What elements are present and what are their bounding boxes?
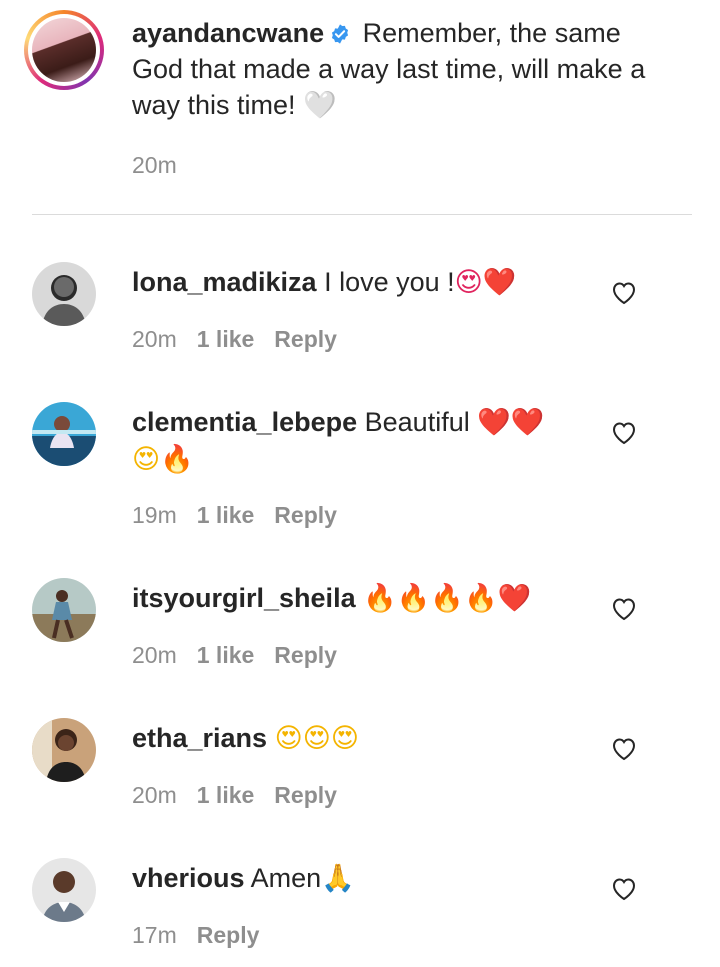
reply-button[interactable]: Reply	[274, 326, 337, 352]
story-ring-avatar[interactable]	[24, 10, 104, 90]
comment-meta: 20m 1 like Reply	[132, 642, 357, 669]
caption-text: ayandancwane Remember, the same God that…	[132, 15, 652, 124]
like-heart-icon[interactable]	[611, 281, 637, 305]
comment-text: lona_madikiza I love you !😍❤️	[132, 264, 572, 301]
comment-text: etha_rians 😍😍😍	[132, 720, 572, 757]
caption-username[interactable]: ayandancwane	[132, 18, 324, 48]
comment-username[interactable]: lona_madikiza	[132, 267, 317, 297]
comment-username[interactable]: etha_rians	[132, 723, 267, 753]
comment-username[interactable]: itsyourgirl_sheila	[132, 583, 356, 613]
like-heart-icon[interactable]	[611, 597, 637, 621]
comment-text: vherious Amen🙏	[132, 860, 572, 897]
reply-button[interactable]: Reply	[274, 502, 337, 528]
comment-meta: 20m 1 like Reply	[132, 326, 357, 353]
comment-meta: 19m 1 like Reply	[132, 502, 357, 529]
like-heart-icon[interactable]	[611, 737, 637, 761]
reply-button[interactable]: Reply	[274, 782, 337, 808]
comment-body: I love you !	[324, 267, 455, 297]
caption-meta: 20m	[132, 152, 197, 179]
reply-button[interactable]: Reply	[274, 642, 337, 668]
comment-username[interactable]: clementia_lebepe	[132, 407, 357, 437]
comment-text: itsyourgirl_sheila 🔥🔥🔥🔥❤️	[132, 580, 572, 617]
caption-timestamp: 20m	[132, 152, 177, 178]
avatar[interactable]	[32, 858, 96, 922]
like-count[interactable]: 1 like	[197, 326, 255, 352]
post-caption: ayandancwane Remember, the same God that…	[0, 0, 720, 215]
comment-emojis: 😍😍😍	[274, 723, 360, 754]
avatar[interactable]	[32, 262, 96, 326]
comment-emojis: 🔥🔥🔥🔥❤️	[363, 583, 532, 614]
comment-username[interactable]: vherious	[132, 863, 245, 893]
avatar	[32, 18, 96, 82]
comment-body: Beautiful	[364, 407, 470, 437]
comment-timestamp: 20m	[132, 326, 177, 352]
comment-timestamp: 20m	[132, 642, 177, 668]
verified-badge-icon	[332, 24, 349, 44]
comment-emojis-line2: 😍🔥	[132, 444, 194, 475]
comment-text: clementia_lebepe Beautiful ❤️❤️ 😍🔥	[132, 404, 572, 478]
avatar[interactable]	[32, 718, 96, 782]
reply-button[interactable]: Reply	[197, 922, 260, 948]
comment-body: Amen	[250, 863, 322, 893]
comment-timestamp: 17m	[132, 922, 177, 948]
avatar[interactable]	[32, 578, 96, 642]
comment-emojis: 😍❤️	[454, 267, 517, 298]
like-heart-icon[interactable]	[611, 877, 637, 901]
comment-emojis: ❤️❤️	[477, 407, 545, 438]
like-count[interactable]: 1 like	[197, 642, 255, 668]
comment-timestamp: 19m	[132, 502, 177, 528]
comment-meta: 20m 1 like Reply	[132, 782, 357, 809]
white-heart-emoji: 🤍	[303, 90, 337, 121]
divider	[32, 214, 692, 215]
like-heart-icon[interactable]	[611, 421, 637, 445]
comment-timestamp: 20m	[132, 782, 177, 808]
avatar[interactable]	[32, 402, 96, 466]
like-count[interactable]: 1 like	[197, 782, 255, 808]
comment-emojis: 🙏	[321, 863, 355, 894]
comment-meta: 17m Reply	[132, 922, 279, 949]
like-count[interactable]: 1 like	[197, 502, 255, 528]
